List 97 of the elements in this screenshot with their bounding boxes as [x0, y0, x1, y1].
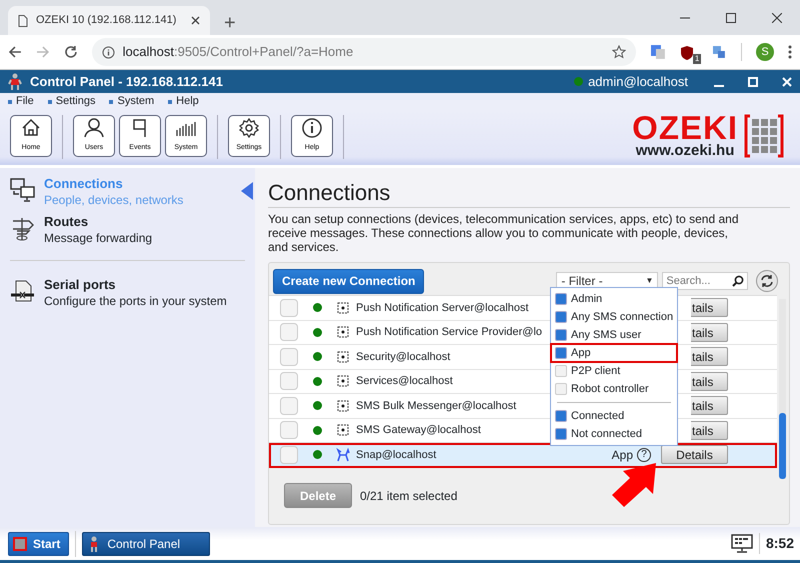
- profile-avatar[interactable]: S: [756, 43, 774, 61]
- filter-option[interactable]: App: [551, 344, 677, 362]
- filter-checkbox[interactable]: [555, 428, 567, 440]
- url-text: localhost:9505/Control+Panel/?a=Home: [122, 43, 354, 62]
- logo-text: OZEKI: [632, 113, 738, 143]
- minimize-icon[interactable]: [680, 16, 690, 18]
- close-icon[interactable]: [772, 12, 782, 22]
- filter-checkbox[interactable]: [555, 383, 567, 395]
- app-title: Control Panel - 192.168.112.141: [30, 72, 223, 91]
- row-checkbox[interactable]: [280, 396, 298, 415]
- connection-name: SMS Gateway@localhost: [356, 423, 481, 438]
- reload-icon[interactable]: [64, 45, 78, 59]
- sync-icon[interactable]: [711, 44, 728, 60]
- filter-option[interactable]: Any SMS user: [551, 326, 677, 344]
- filter-checkbox[interactable]: [555, 410, 567, 422]
- new-tab-button[interactable]: +: [224, 13, 236, 33]
- chip-icon: [335, 324, 351, 340]
- robot-icon: [8, 72, 22, 90]
- robot-dog-icon: [335, 446, 351, 463]
- page-title: Connections: [268, 180, 790, 208]
- user-name: admin@localhost: [588, 72, 688, 91]
- create-connection-button[interactable]: Create new Connection: [273, 268, 424, 294]
- row-checkbox[interactable]: [280, 298, 298, 317]
- address-bar[interactable]: localhost:9505/Control+Panel/?a=Home: [92, 38, 636, 66]
- scrollbar[interactable]: [779, 299, 786, 479]
- row-checkbox[interactable]: [280, 446, 298, 464]
- clock: 8:52: [758, 533, 794, 554]
- details-button[interactable]: tails: [691, 347, 728, 366]
- details-button[interactable]: tails: [691, 298, 728, 318]
- row-checkbox[interactable]: [280, 348, 298, 366]
- menu-item[interactable]: Help: [168, 93, 199, 110]
- info-icon: [301, 116, 323, 138]
- keypad-icon: [744, 114, 784, 158]
- chip-icon: [335, 373, 351, 390]
- filter-checkbox[interactable]: [555, 311, 567, 323]
- sidebar-item[interactable]: Routes Message forwarding: [10, 214, 245, 246]
- browser-tab[interactable]: OZEKI 10 (192.168.112.141): [8, 6, 210, 35]
- refresh-button[interactable]: [756, 270, 778, 292]
- home-icon: [20, 116, 42, 138]
- robot-icon: [89, 536, 100, 552]
- details-button[interactable]: tails: [691, 372, 728, 391]
- refresh-icon: [760, 274, 774, 288]
- user-icon: [83, 116, 105, 138]
- page-icon: [18, 14, 28, 26]
- keypad-icon: [13, 536, 27, 550]
- page-description: You can setup connections (devices, telecommunication services, apps, etc) to send and receive messages. These connections allow you to communicate with people, devices, and services.: [268, 212, 740, 254]
- info-icon: [102, 46, 115, 58]
- close-icon[interactable]: [191, 16, 200, 25]
- menu-icon[interactable]: [788, 45, 792, 59]
- shield-icon[interactable]: [679, 44, 696, 61]
- logo-url: www.ozeki.hu: [634, 143, 736, 159]
- menu-item[interactable]: Settings: [48, 93, 96, 110]
- monitors-icon: [10, 178, 36, 204]
- forward-icon[interactable]: [36, 45, 50, 59]
- help-icon[interactable]: ?: [637, 448, 651, 462]
- connection-row[interactable]: Snap@localhost App ? Details: [269, 443, 777, 468]
- signpost-icon: [10, 216, 36, 242]
- row-checkbox[interactable]: [280, 372, 298, 390]
- filter-checkbox[interactable]: [555, 347, 567, 359]
- sidebar-item[interactable]: Serial ports Configure the ports in your system: [10, 277, 245, 309]
- settings-icon: [238, 116, 260, 138]
- search-input[interactable]: Search...: [666, 272, 732, 290]
- chip-icon: [335, 422, 351, 438]
- chip-icon: [335, 300, 351, 316]
- filter-checkbox[interactable]: [555, 329, 567, 341]
- row-checkbox[interactable]: [280, 421, 298, 440]
- chip-icon: [335, 398, 351, 414]
- connection-name: SMS Bulk Messenger@localhost: [356, 398, 516, 414]
- tab-title: OZEKI 10 (192.168.112.141): [36, 13, 176, 28]
- chip-icon: [335, 348, 351, 365]
- details-button[interactable]: Details: [661, 445, 728, 464]
- extension-badge: 1: [692, 54, 702, 64]
- menu-item[interactable]: File: [8, 93, 34, 110]
- details-button[interactable]: tails: [691, 396, 728, 416]
- connection-name: Security@localhost: [356, 350, 450, 364]
- connection-type: App: [612, 446, 633, 464]
- taskbar-button[interactable]: Control Panel: [82, 532, 210, 556]
- menu-item[interactable]: System: [109, 93, 154, 110]
- filter-option[interactable]: Not connected: [551, 425, 677, 443]
- translate-icon[interactable]: [650, 44, 666, 60]
- selection-count: 0/21 item selected: [360, 488, 458, 504]
- connection-name: Snap@localhost: [356, 448, 436, 462]
- monitor-icon[interactable]: [730, 534, 753, 554]
- search-icon[interactable]: [732, 275, 744, 287]
- connection-name: Push Notification Service Provider@lo: [356, 325, 542, 340]
- details-button[interactable]: tails: [691, 420, 728, 440]
- row-checkbox[interactable]: [280, 323, 298, 342]
- maximize-icon[interactable]: [726, 12, 736, 22]
- connection-name: Services@localhost: [356, 374, 453, 389]
- back-icon[interactable]: [8, 45, 22, 59]
- details-button[interactable]: tails: [691, 322, 728, 342]
- filter-checkbox[interactable]: [555, 293, 567, 305]
- connection-name: Push Notification Server@localhost: [356, 300, 529, 316]
- search-field[interactable]: Search...: [662, 272, 748, 290]
- filter-checkbox[interactable]: [555, 365, 567, 377]
- start-button[interactable]: Start: [8, 532, 70, 556]
- star-icon[interactable]: [612, 45, 626, 59]
